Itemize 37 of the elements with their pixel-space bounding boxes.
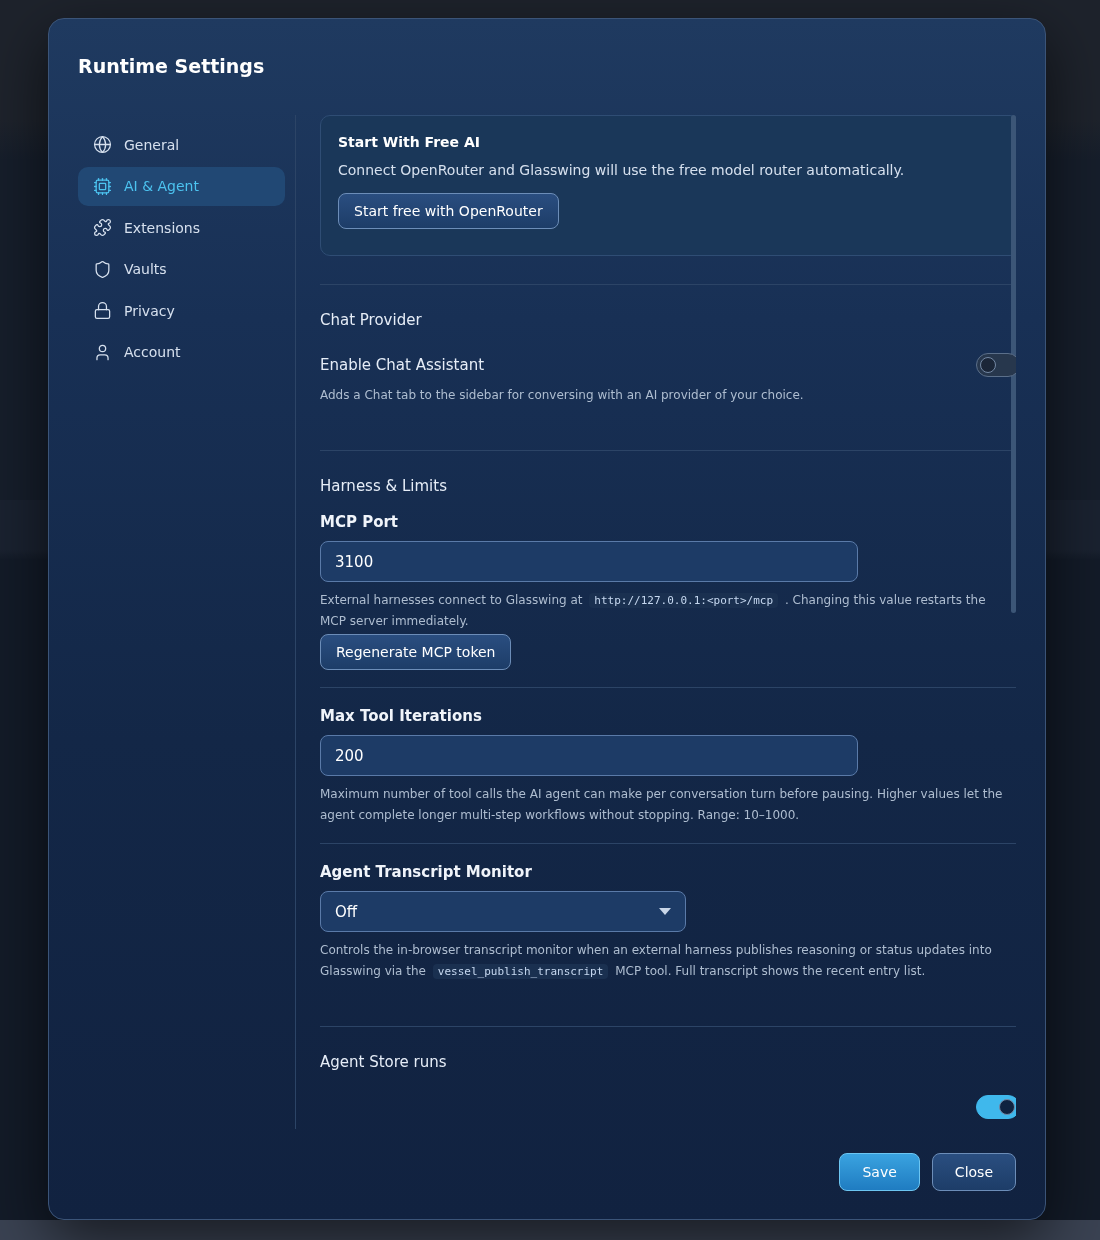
help-text: Controls the in-browser transcript monitor when an external harness publishes reasoning or status updates into Glasswing via the vessel_publish_transcript MCP tool. Full transcript shows the recent entry list. [320,942,993,981]
input-field[interactable]: 200 [320,735,858,776]
sidebar-item[interactable]: Extensions [78,208,285,248]
puzzle-icon [93,218,112,238]
lock-icon [93,301,112,321]
input-field[interactable]: 3100 [320,541,858,582]
setting-label: Enable Chat Assistant [320,356,485,374]
card-text: Connect OpenRouter and Glasswing will use the free model router automatically. [338,162,906,178]
help-text: External harnesses connect to Glasswing at http://127.0.0.1:<port>/mcp . Changing this value restarts the MCP server immediately. [320,592,987,630]
field-label: MCP Port [320,513,400,531]
toggle-switch[interactable] [976,353,1016,377]
sidebar-item[interactable]: Account [78,332,285,372]
shield-icon [93,259,112,279]
field-label: Agent Transcript Monitor [320,863,533,881]
close-button[interactable]: Close [931,1153,1016,1191]
start-free-button[interactable]: Start free with OpenRouter [338,193,559,229]
dialog-title: Runtime Settings [78,55,266,77]
sidebar-item[interactable]: Privacy [78,291,285,331]
caret-icon [659,908,671,915]
card-title: Start With Free AI [338,134,481,150]
regenerate-button[interactable]: Regenerate MCP token [320,634,512,670]
globe-icon [93,135,112,155]
user-icon [93,342,112,362]
sidebar-item[interactable]: General [78,125,285,165]
section-heading: Agent Store runs [320,1053,448,1071]
chip-icon [93,176,112,196]
sidebar-item[interactable]: Vaults [78,249,285,289]
sidebar-item[interactable]: AI & Agent [78,166,285,206]
save-button[interactable]: Save [839,1153,920,1191]
scrollbar[interactable] [1011,115,1016,613]
field-label: Max Tool Iterations [320,707,483,725]
select-field[interactable]: Off [320,891,686,932]
section-heading: Harness & Limits [320,477,448,495]
help-text: Adds a Chat tab to the sidebar for conversing with an AI provider of your choice. [320,387,805,404]
section-heading: Chat Provider [320,311,423,329]
toggle-switch[interactable] [976,1095,1016,1119]
help-text: Maximum number of tool calls the AI agent can make per conversation turn before pausing. Higher values let the agent complete longer multi-step workflows without stopping. Range: 10–1000. [320,786,1004,824]
